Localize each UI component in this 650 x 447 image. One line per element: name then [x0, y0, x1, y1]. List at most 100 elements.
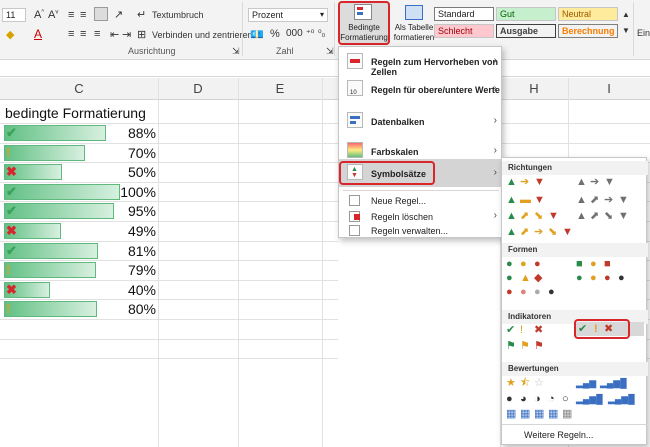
arrow-right-icon: ➔ [590, 176, 600, 188]
align-center-icon[interactable]: ≡ [80, 28, 86, 40]
box-icon: ▦ [506, 408, 517, 420]
circle-empty-icon: ○ [562, 393, 569, 405]
grid-line [502, 142, 650, 144]
percent-style-icon[interactable]: % [270, 28, 280, 40]
wrap-text-icon[interactable]: ↵ [137, 8, 146, 21]
percent-cell[interactable]: 50% [100, 164, 156, 180]
accounting-format-icon[interactable]: 💶 [250, 28, 264, 41]
font-size-select[interactable]: 11 [2, 8, 26, 22]
percent-cell[interactable]: 81% [100, 243, 156, 259]
column-header-d[interactable]: D [158, 78, 238, 100]
decrease-indent-icon[interactable]: ⇤ [110, 28, 119, 41]
column-header-h-label: H [529, 81, 539, 96]
menu-item-new-rule[interactable]: Neue Regel... [339, 193, 503, 209]
flag-green-icon: ⚑ [506, 340, 516, 352]
menu-item-data-bars[interactable]: Datenbalken › [339, 107, 503, 135]
grid-line [158, 78, 159, 447]
format-as-table-button[interactable]: Als Tabelle formatieren [392, 1, 436, 45]
arrow-right-icon: ➔ [604, 194, 614, 206]
percent-cell[interactable]: 49% [100, 223, 156, 239]
header-cell[interactable]: bedingte Formatierung [5, 105, 146, 121]
comma-style-icon[interactable]: 000 [286, 28, 303, 39]
styles-scroll-down-icon[interactable]: ▼ [622, 26, 630, 35]
shrink-font-icon[interactable]: Av [48, 9, 58, 21]
grid-line [238, 78, 239, 447]
align-right-icon[interactable]: ≡ [94, 28, 100, 40]
percent-cell[interactable]: 40% [100, 282, 156, 298]
merge-center-button[interactable]: Verbinden und zentrieren [152, 30, 253, 40]
align-top-icon[interactable]: ≡ [68, 9, 74, 21]
increase-indent-icon[interactable]: ⇥ [122, 28, 131, 41]
menu-item-manage-rules[interactable]: Regeln verwalten... [339, 223, 503, 239]
menu-item-highlight-rules[interactable]: Regeln zum Hervorheben von Zellen › [339, 49, 503, 77]
number-format-value: Prozent [252, 10, 284, 20]
diamond-red-icon: ◆ [534, 272, 543, 284]
circle-gray-icon: ● [534, 286, 541, 298]
column-header-h[interactable]: H [500, 78, 568, 100]
arrow-downright-icon: ⬊ [604, 210, 614, 222]
style-standard[interactable]: Standard [434, 7, 494, 21]
menu-separator [343, 190, 499, 191]
grid-line [0, 181, 338, 183]
increase-decimal-icon[interactable]: ⁺⁰ [306, 28, 314, 39]
section-ratings: Bewertungen [502, 362, 648, 376]
insert-button[interactable]: Einf [637, 28, 650, 38]
check-circle-icon: ✔ [506, 324, 516, 336]
column-header-i[interactable]: I [568, 78, 650, 100]
number-launcher-icon[interactable]: ⇲ [326, 46, 334, 57]
triangle-down-icon: ▼ [534, 194, 545, 206]
grid-line [322, 78, 323, 447]
wrap-text-button[interactable]: Textumbruch [152, 10, 204, 20]
number-format-select[interactable]: Prozent ▾ [248, 8, 328, 22]
circle-yellow-icon: ● [520, 258, 527, 270]
style-neutral-label: Neutral [562, 9, 592, 19]
alignment-launcher-icon[interactable]: ⇲ [232, 46, 240, 57]
grid-line [0, 123, 338, 124]
menu-item-top-bottom-rules[interactable]: 10 Regeln für obere/untere Werte › [339, 75, 503, 103]
arrow-right-icon: ➔ [520, 176, 530, 188]
column-header-e[interactable]: E [238, 78, 322, 100]
exclamation-icon: ! [6, 144, 11, 160]
style-berechnung-label: Berechnung [562, 26, 615, 36]
style-berechnung[interactable]: Berechnung [558, 24, 618, 38]
orientation-icon[interactable]: ↗ [114, 8, 123, 21]
square-green-icon: ■ [576, 258, 583, 270]
style-neutral[interactable]: Neutral [558, 7, 618, 21]
flag-yellow-icon: ⚑ [520, 340, 530, 352]
circle-red-icon: ● [506, 286, 513, 298]
more-rules-link[interactable]: Weitere Regeln... [524, 430, 593, 440]
style-ausgabe[interactable]: Ausgabe [496, 24, 556, 38]
cross-icon: ✖ [6, 281, 17, 297]
percent-cell[interactable]: 88% [100, 125, 156, 141]
circle-half-icon: ◑ [534, 393, 541, 405]
percent-cell[interactable]: 79% [100, 262, 156, 278]
data-bar [4, 203, 114, 220]
style-schlecht[interactable]: Schlecht [434, 24, 494, 38]
merge-center-icon[interactable]: ⊞ [137, 28, 146, 41]
align-middle-icon[interactable]: ≡ [80, 9, 86, 21]
align-bottom-icon[interactable] [94, 7, 108, 21]
decrease-decimal-icon[interactable]: ⁰₀ [318, 28, 325, 39]
grow-font-icon[interactable]: A^ [34, 9, 44, 21]
grid-line [0, 201, 338, 203]
column-header-c-label: C [74, 81, 84, 96]
align-left-icon[interactable]: ≡ [68, 28, 74, 40]
circle-green-icon: ● [506, 272, 513, 284]
percent-cell[interactable]: 70% [100, 145, 156, 161]
circle-full-icon: ● [506, 393, 513, 405]
font-color-icon[interactable]: A [34, 27, 42, 41]
fill-color-icon[interactable]: ◆ [6, 28, 14, 41]
circle-red-icon: ● [604, 272, 611, 284]
column-header-c[interactable]: C [0, 78, 158, 100]
arrow-down-icon: ▼ [534, 176, 545, 188]
formula-bar[interactable] [0, 61, 650, 77]
flag-red-icon: ⚑ [534, 340, 544, 352]
percent-cell[interactable]: 80% [100, 301, 156, 317]
style-gut[interactable]: Gut [496, 7, 556, 21]
percent-cell[interactable]: 100% [100, 184, 156, 200]
percent-cell[interactable]: 95% [100, 203, 156, 219]
styles-scroll-up-icon[interactable]: ▲ [622, 10, 630, 19]
arrow-down-icon: ▼ [618, 210, 629, 222]
star-half-icon: ⯪ [520, 377, 531, 389]
circle-green-icon: ● [576, 272, 583, 284]
